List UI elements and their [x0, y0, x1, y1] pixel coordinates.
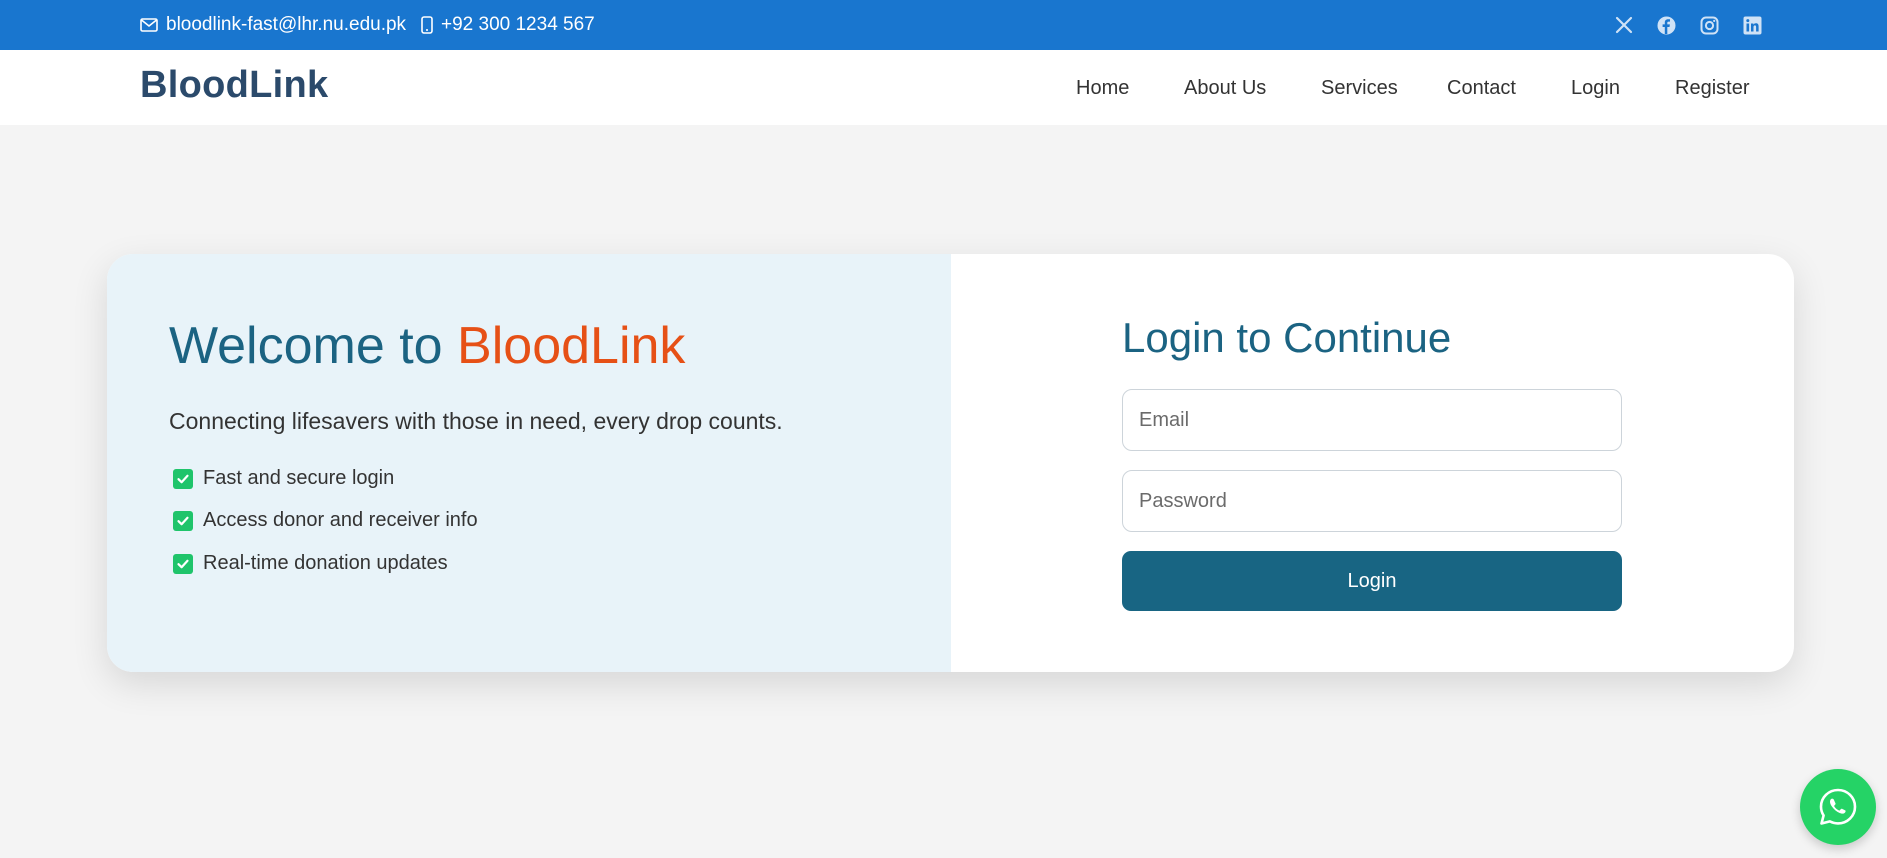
feature-item: Real-time donation updates — [173, 552, 448, 575]
feature-item: Access donor and receiver info — [173, 509, 478, 532]
password-input[interactable] — [1122, 470, 1622, 532]
email-input[interactable] — [1122, 389, 1622, 451]
nav-about-us[interactable]: About Us — [1184, 77, 1266, 100]
phone-contact[interactable]: +92 300 1234 567 — [421, 0, 595, 50]
welcome-panel: Welcome to BloodLink Connecting lifesave… — [107, 254, 951, 672]
x-icon — [1615, 16, 1633, 34]
feature-label: Fast and secure login — [203, 467, 395, 489]
login-card: Welcome to BloodLink Connecting lifesave… — [107, 254, 1794, 672]
welcome-heading: Welcome to BloodLink — [169, 316, 685, 376]
login-panel: Login to Continue Login — [951, 254, 1794, 672]
login-title: Login to Continue — [1122, 314, 1452, 361]
facebook-link[interactable] — [1657, 0, 1676, 50]
main-navbar: BloodLink Home About Us Services Contact… — [0, 50, 1887, 125]
feature-item: Fast and secure login — [173, 467, 394, 490]
welcome-brand: BloodLink — [457, 317, 686, 375]
checkbox-icon — [173, 468, 193, 489]
x-link[interactable] — [1615, 0, 1633, 50]
envelope-icon — [140, 18, 158, 32]
brand-logo[interactable]: BloodLink — [140, 64, 328, 107]
mobile-phone-icon — [421, 16, 433, 34]
nav-services[interactable]: Services — [1321, 77, 1398, 100]
welcome-prefix: Welcome to — [169, 317, 443, 375]
nav-contact[interactable]: Contact — [1447, 77, 1516, 100]
nav-login[interactable]: Login — [1571, 77, 1620, 100]
top-contact-bar: bloodlink-fast@lhr.nu.edu.pk +92 300 123… — [0, 0, 1887, 50]
linkedin-icon — [1743, 16, 1762, 34]
facebook-icon — [1657, 16, 1676, 34]
email-contact[interactable]: bloodlink-fast@lhr.nu.edu.pk — [140, 0, 406, 50]
linkedin-link[interactable] — [1743, 0, 1762, 50]
instagram-icon — [1700, 16, 1719, 34]
instagram-link[interactable] — [1700, 0, 1719, 50]
whatsapp-icon — [1819, 788, 1857, 825]
checkbox-icon — [173, 510, 193, 531]
email-text: bloodlink-fast@lhr.nu.edu.pk — [166, 14, 407, 35]
whatsapp-button[interactable] — [1800, 769, 1876, 845]
checkbox-icon — [173, 553, 193, 574]
nav-register[interactable]: Register — [1675, 77, 1749, 100]
feature-label: Real-time donation updates — [203, 552, 448, 574]
tagline: Connecting lifesavers with those in need… — [169, 408, 783, 434]
login-button[interactable]: Login — [1122, 551, 1622, 611]
feature-label: Access donor and receiver info — [203, 509, 478, 531]
phone-text: +92 300 1234 567 — [441, 14, 595, 35]
nav-home[interactable]: Home — [1076, 77, 1129, 100]
